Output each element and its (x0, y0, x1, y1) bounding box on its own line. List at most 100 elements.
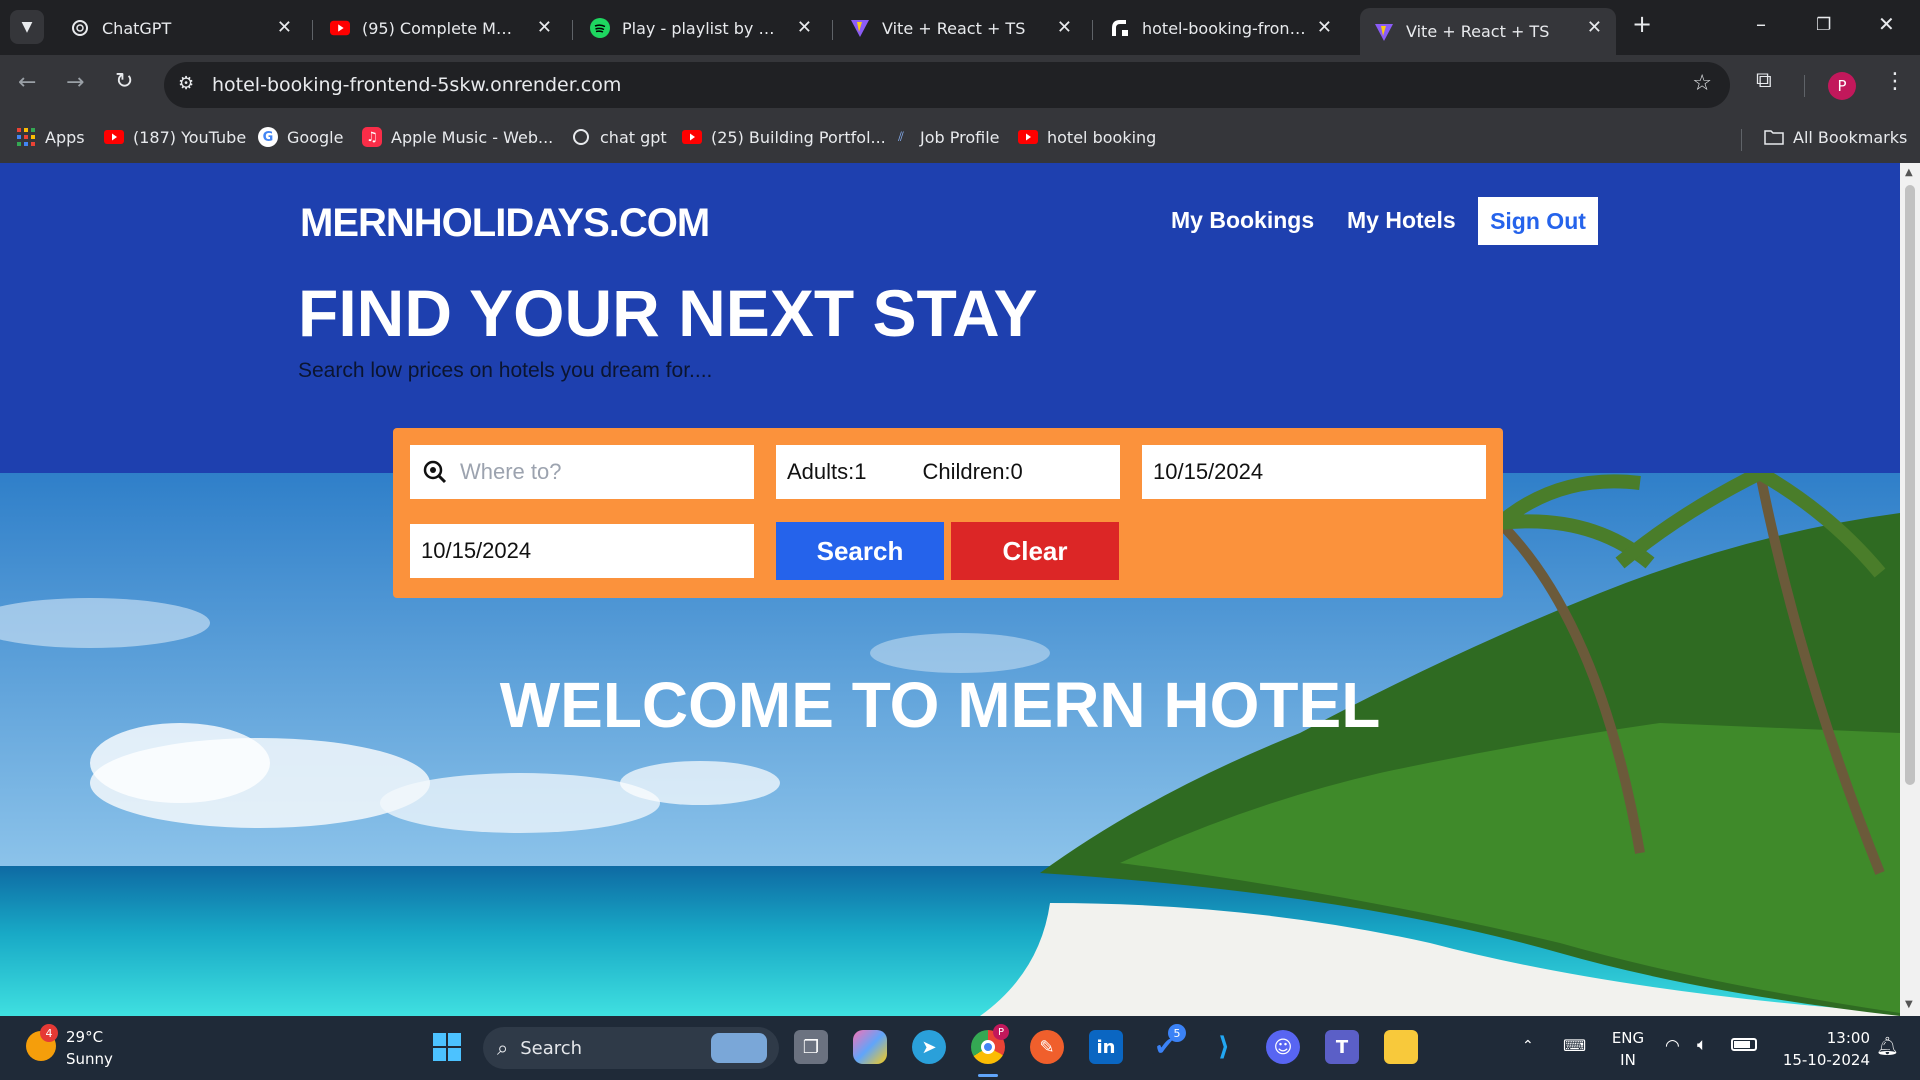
tab-chatgpt[interactable]: ChatGPT ✕ (56, 8, 306, 48)
check-in-date-input[interactable]: 10/15/2024 (1142, 445, 1486, 499)
check-out-date-input[interactable]: 10/15/2024 (410, 524, 754, 578)
close-icon[interactable]: ✕ (1317, 17, 1332, 38)
app-badge: 5 (1168, 1024, 1186, 1042)
toolbar-divider (1804, 75, 1805, 97)
children-input[interactable]: Children:0 (923, 459, 1023, 485)
youtube-icon (1018, 127, 1038, 147)
guests-field: Adults:1 Children:0 (776, 445, 1120, 499)
hero-headline: FIND YOUR NEXT STAY (298, 276, 1038, 350)
tray-overflow-icon[interactable]: ⌃ (1522, 1038, 1534, 1054)
bookmarks-bar: Apps (187) YouTube G Google ♫ Apple Musi… (0, 115, 1920, 163)
chrome-profile-badge: P (993, 1024, 1009, 1040)
language-indicator[interactable]: ENG IN (1608, 1027, 1648, 1071)
sign-out-button[interactable]: Sign Out (1478, 197, 1598, 245)
all-bookmarks-button[interactable]: All Bookmarks (1764, 127, 1907, 147)
destination-placeholder: Where to? (460, 459, 562, 484)
nav-my-bookings[interactable]: My Bookings (1171, 207, 1314, 234)
keyboard-icon[interactable]: ⌨ (1563, 1036, 1586, 1055)
restore-icon[interactable]: ❐ (1816, 15, 1831, 35)
minimize-icon[interactable]: – (1756, 12, 1766, 36)
search-bar: Where to? Adults:1 Children:0 10/15/2024… (393, 428, 1503, 598)
task-view-icon[interactable]: ❐ (794, 1030, 828, 1064)
bookmark-chatgpt[interactable]: chat gpt (571, 127, 667, 147)
discord-icon[interactable]: ☺ (1266, 1030, 1300, 1064)
tab-spotify[interactable]: Play - playlist by piyush ✕ (576, 8, 826, 48)
tab-divider (832, 20, 833, 40)
new-tab-icon[interactable]: + (1632, 10, 1652, 38)
bookmark-apple-music[interactable]: ♫ Apple Music - Web... (362, 127, 553, 147)
bookmark-apps[interactable]: Apps (16, 127, 85, 147)
wifi-icon[interactable]: ◠ (1665, 1036, 1680, 1056)
page-scrollbar[interactable]: ▲ ▼ (1900, 163, 1920, 1016)
close-icon[interactable]: ✕ (277, 17, 292, 38)
close-icon[interactable]: ✕ (797, 17, 812, 38)
tab-render[interactable]: hotel-booking-frontend ✕ (1096, 8, 1346, 48)
clear-button[interactable]: Clear (951, 522, 1119, 580)
destination-input[interactable]: Where to? (410, 445, 754, 499)
copilot-icon[interactable] (853, 1030, 887, 1064)
file-explorer-icon[interactable] (1384, 1030, 1418, 1064)
url-text[interactable]: hotel-booking-frontend-5skw.onrender.com (212, 74, 621, 96)
tab-youtube-mern[interactable]: (95) Complete MERN S ✕ (316, 8, 566, 48)
scroll-down-icon[interactable]: ▼ (1905, 999, 1913, 1010)
postman-icon[interactable]: ✎ (1030, 1030, 1064, 1064)
bookmark-star-icon[interactable]: ☆ (1692, 71, 1712, 96)
site-info-icon[interactable]: ⚙ (178, 73, 194, 94)
hero-banner: MERNHOLIDAYS.COM My Bookings My Hotels S… (0, 163, 1900, 473)
tab-divider (1092, 20, 1093, 40)
nav-my-hotels[interactable]: My Hotels (1347, 207, 1456, 234)
window-close-icon[interactable]: ✕ (1878, 12, 1895, 36)
tab-vite-1[interactable]: Vite + React + TS ✕ (836, 8, 1086, 48)
volume-icon[interactable]: 🔈︎ (1697, 1035, 1707, 1055)
job-profile-icon: ⫽ (898, 129, 904, 145)
vite-icon (850, 18, 870, 38)
bookmark-google[interactable]: G Google (258, 127, 343, 147)
battery-icon[interactable] (1731, 1038, 1757, 1051)
bookmark-job-profile[interactable]: ⫽ Job Profile (891, 127, 999, 147)
folder-icon (1764, 127, 1784, 147)
scrollbar-thumb[interactable] (1905, 185, 1915, 785)
search-button[interactable]: Search (776, 522, 944, 580)
reload-icon[interactable]: ↻ (115, 69, 133, 94)
chevron-down-icon: ▼ (21, 19, 33, 35)
site-logo[interactable]: MERNHOLIDAYS.COM (300, 201, 710, 246)
welcome-heading: WELCOME TO MERN HOTEL (499, 669, 1381, 741)
apple-music-icon: ♫ (362, 127, 382, 147)
windows-taskbar: 4 29°C Sunny ⌕ Search ❐ ➤ P ✎ in ✔ 5 ⟩ ☺… (0, 1016, 1920, 1080)
telegram-icon[interactable]: ➤ (912, 1030, 946, 1064)
browser-toolbar: ← → ↻ ⚙ hotel-booking-frontend-5skw.onre… (0, 55, 1920, 115)
kebab-menu-icon[interactable]: ⋮ (1884, 69, 1906, 94)
search-icon: ⌕ (497, 1036, 509, 1060)
linkedin-icon[interactable]: in (1089, 1030, 1123, 1064)
adults-input[interactable]: Adults:1 (787, 459, 867, 485)
close-icon[interactable]: ✕ (537, 17, 552, 38)
page-viewport: MERNHOLIDAYS.COM My Bookings My Hotels S… (0, 163, 1900, 1016)
close-icon[interactable]: ✕ (1587, 17, 1602, 38)
vscode-icon[interactable]: ⟩ (1207, 1030, 1241, 1064)
forward-arrow-icon[interactable]: → (66, 70, 84, 95)
teams-icon[interactable]: T (1325, 1030, 1359, 1064)
tab-divider (572, 20, 573, 40)
close-icon[interactable]: ✕ (1057, 17, 1072, 38)
google-icon: G (258, 127, 278, 147)
back-arrow-icon[interactable]: ← (18, 70, 36, 95)
chatgpt-icon (571, 127, 591, 147)
notification-bell-icon[interactable]: 🔔︎ (1876, 1036, 1899, 1057)
tab-search-button[interactable]: ▼ (10, 10, 44, 44)
weather-widget[interactable]: 29°C Sunny (66, 1026, 113, 1070)
extensions-icon[interactable]: ⧉ (1756, 68, 1772, 93)
bookmark-hotel-booking[interactable]: hotel booking (1018, 127, 1156, 147)
bookmark-youtube[interactable]: (187) YouTube (104, 127, 246, 147)
bookmark-building-portfolio[interactable]: (25) Building Portfol... (682, 127, 886, 147)
hero-subtitle: Search low prices on hotels you dream fo… (298, 359, 713, 382)
windows-start-icon[interactable] (430, 1030, 464, 1064)
taskbar-search-box[interactable]: ⌕ Search (483, 1027, 779, 1069)
scroll-up-icon[interactable]: ▲ (1905, 167, 1913, 178)
clock[interactable]: 13:00 15-10-2024 (1770, 1027, 1870, 1071)
tab-divider (312, 20, 313, 40)
address-bar[interactable]: ⚙ hotel-booking-frontend-5skw.onrender.c… (164, 62, 1730, 108)
youtube-icon (330, 18, 350, 38)
search-location-icon (422, 459, 448, 485)
profile-avatar[interactable]: P (1828, 72, 1856, 100)
tab-vite-active[interactable]: Vite + React + TS ✕ (1360, 8, 1616, 55)
